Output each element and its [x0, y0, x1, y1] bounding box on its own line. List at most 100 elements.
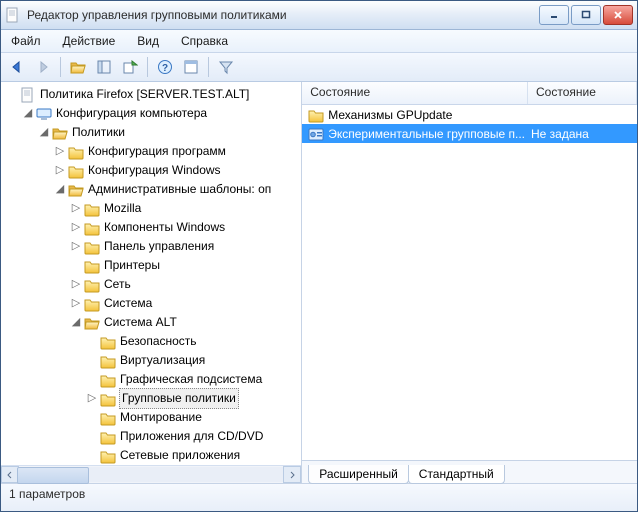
list-item[interactable]: Механизмы GPUpdate [302, 105, 637, 124]
tree-program-config[interactable]: ▷ Конфигурация программ [3, 142, 301, 161]
tree-security[interactable]: ▷ Безопасность [3, 332, 301, 351]
list-item[interactable]: Экспериментальные групповые п... Не зада… [302, 124, 637, 143]
export-button[interactable] [118, 55, 142, 79]
tree-label: Виртуализация [119, 351, 208, 370]
tree-label: Mozilla [103, 199, 144, 218]
view-tabs: Расширенный Стандартный [302, 460, 637, 483]
toolbar: ? [1, 53, 637, 82]
menubar: Файл Действие Вид Справка [1, 30, 637, 53]
app-icon [5, 7, 21, 23]
settings-item-icon [308, 126, 324, 142]
tree-horizontal-scrollbar[interactable] [1, 465, 301, 483]
folder-icon [84, 201, 100, 217]
toolbar-separator [147, 57, 148, 77]
tree-policies[interactable]: ◢ Политики [3, 123, 301, 142]
tree-label: Монтирование [119, 408, 205, 427]
back-button[interactable] [5, 55, 29, 79]
tree-label: Компоненты Windows [103, 218, 228, 237]
tree-label: Графическая подсистема [119, 370, 265, 389]
tree-printers[interactable]: ▷ Принтеры [3, 256, 301, 275]
status-text: 1 параметров [9, 487, 85, 501]
expand-icon[interactable]: ▷ [85, 389, 99, 408]
folder-icon [84, 296, 100, 312]
column-header-state[interactable]: Состояние [528, 82, 637, 104]
list-header: Состояние Состояние [302, 82, 637, 105]
menu-view[interactable]: Вид [133, 32, 163, 50]
tree-admin-templates[interactable]: ◢ Административные шаблоны: оп [3, 180, 301, 199]
tree-system[interactable]: ▷ Система [3, 294, 301, 313]
collapse-icon[interactable]: ◢ [53, 180, 67, 199]
computer-icon [36, 106, 52, 122]
up-button[interactable] [66, 55, 90, 79]
scroll-right-icon[interactable] [283, 466, 301, 483]
folder-icon [84, 220, 100, 236]
expand-icon[interactable]: ▷ [53, 161, 67, 180]
tree-system-alt[interactable]: ◢ Система ALT [3, 313, 301, 332]
help-button[interactable]: ? [153, 55, 177, 79]
tree-windows-components[interactable]: ▷ Компоненты Windows [3, 218, 301, 237]
tree-group-policies[interactable]: ▷ Групповые политики [3, 389, 301, 408]
list-body[interactable]: Механизмы GPUpdate Экспериментальные гру… [302, 105, 637, 460]
folder-icon [100, 410, 116, 426]
tree-label: Конфигурация компьютера [55, 104, 210, 123]
list-item-name: Экспериментальные групповые п... [328, 127, 531, 141]
folder-icon [100, 334, 116, 350]
tree-root[interactable]: ▷ Политика Firefox [SERVER.TEST.ALT] [3, 85, 301, 104]
tree-label: Административные шаблоны: оп [87, 180, 274, 199]
tree-label: Конфигурация Windows [87, 161, 224, 180]
tree-label: Сетевые приложения [119, 446, 243, 465]
tree-label: Система [103, 294, 155, 313]
menu-action[interactable]: Действие [59, 32, 120, 50]
toolbar-separator [208, 57, 209, 77]
tree-label: Система ALT [103, 313, 180, 332]
tree-computer-config[interactable]: ◢ Конфигурация компьютера [3, 104, 301, 123]
tree-label: Безопасность [119, 332, 200, 351]
collapse-icon[interactable]: ◢ [21, 104, 35, 123]
list-item-state: Не задана [531, 127, 637, 141]
collapse-icon[interactable]: ◢ [37, 123, 51, 142]
scroll-thumb[interactable] [17, 467, 89, 484]
list-item-name: Механизмы GPUpdate [328, 108, 531, 122]
tree-label: Политика Firefox [SERVER.TEST.ALT] [39, 85, 252, 104]
tree-graphics-subsystem[interactable]: ▷ Графическая подсистема [3, 370, 301, 389]
folder-icon [84, 258, 100, 274]
tree-network-apps[interactable]: ▷ Сетевые приложения [3, 446, 301, 465]
titlebar: Редактор управления групповыми политикам… [1, 1, 637, 30]
scroll-track[interactable] [17, 467, 285, 482]
minimize-button[interactable] [539, 5, 569, 25]
forward-button[interactable] [31, 55, 55, 79]
column-header-name[interactable]: Состояние [302, 82, 528, 104]
close-button[interactable] [603, 5, 633, 25]
menu-file[interactable]: Файл [7, 32, 45, 50]
tree-label: Принтеры [103, 256, 163, 275]
tree-scroll[interactable]: ▷ Политика Firefox [SERVER.TEST.ALT] ◢ К… [1, 82, 301, 465]
expand-icon[interactable]: ▷ [69, 199, 83, 218]
expand-icon[interactable]: ▷ [69, 237, 83, 256]
tree-mozilla[interactable]: ▷ Mozilla [3, 199, 301, 218]
expand-icon[interactable]: ▷ [53, 142, 67, 161]
menu-help[interactable]: Справка [177, 32, 232, 50]
expand-icon[interactable]: ▷ [69, 294, 83, 313]
collapse-icon[interactable]: ◢ [69, 313, 83, 332]
tree-windows-config[interactable]: ▷ Конфигурация Windows [3, 161, 301, 180]
tree-virtualization[interactable]: ▷ Виртуализация [3, 351, 301, 370]
tree-control-panel[interactable]: ▷ Панель управления [3, 237, 301, 256]
document-icon [20, 87, 36, 103]
tree-pane: ▷ Политика Firefox [SERVER.TEST.ALT] ◢ К… [1, 82, 302, 483]
expand-icon[interactable]: ▷ [69, 218, 83, 237]
folder-icon [100, 448, 116, 464]
show-hide-tree-button[interactable] [92, 55, 116, 79]
tree-cd-dvd-apps[interactable]: ▷ Приложения для CD/DVD [3, 427, 301, 446]
tree-network[interactable]: ▷ Сеть [3, 275, 301, 294]
folder-icon [68, 144, 84, 160]
expand-icon[interactable]: ▷ [69, 275, 83, 294]
folder-icon [84, 239, 100, 255]
tab-extended[interactable]: Расширенный [308, 465, 409, 484]
tab-standard[interactable]: Стандартный [408, 465, 505, 484]
maximize-button[interactable] [571, 5, 601, 25]
filter-button[interactable] [214, 55, 238, 79]
tree-label: Групповые политики [119, 388, 239, 409]
tree-mounting[interactable]: ▷ Монтирование [3, 408, 301, 427]
properties-button[interactable] [179, 55, 203, 79]
folder-open-icon [84, 315, 100, 331]
